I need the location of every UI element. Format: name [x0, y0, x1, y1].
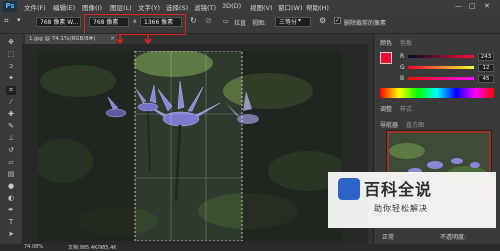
eyedropper-icon[interactable]: ⁄ — [6, 98, 16, 107]
watermark-logo-icon — [338, 178, 360, 200]
marquee-tool-icon[interactable]: ⬚ — [6, 50, 16, 59]
r-value-field[interactable]: 243 — [478, 53, 494, 61]
lotus-photo[interactable] — [38, 51, 342, 241]
eraser-icon[interactable]: ▱ — [6, 158, 16, 167]
brush-tool-icon[interactable]: ✎ — [6, 122, 16, 131]
color-spectrum-bar[interactable] — [380, 88, 494, 98]
blur-tool-icon[interactable]: ● — [6, 182, 16, 191]
overlay-view-select[interactable]: 三等分 — [275, 17, 311, 27]
close-button[interactable]: ✕ — [484, 2, 490, 10]
lasso-tool-icon[interactable]: ↄ — [6, 62, 16, 71]
menu-select[interactable]: 选择(S) — [166, 2, 188, 12]
tab-color[interactable]: 颜色 — [380, 38, 392, 47]
watermark-title: 百科全说 — [364, 180, 433, 199]
photoshop-logo: Ps — [3, 1, 17, 12]
chevron-down-icon[interactable]: ▾ — [17, 16, 21, 24]
menu-window[interactable]: 窗口(W) — [278, 2, 303, 12]
watermark-subtitle: 助你轻松解决 — [374, 204, 428, 213]
move-tool-icon[interactable]: ✥ — [6, 38, 16, 47]
blend-mode-select[interactable]: 正常 — [382, 232, 394, 241]
options-bar: ⌗ ▾ 768 像素 W... 768 像素 x 1366 像素 ↻ ⊘ ▭ 拉… — [0, 13, 500, 34]
b-label: B — [400, 75, 405, 82]
menu-layer[interactable]: 图层(L) — [110, 2, 132, 12]
close-icon[interactable]: × — [110, 35, 115, 42]
tab-navigator[interactable]: 导航器 — [380, 120, 398, 129]
straighten-icon[interactable]: ▭ — [223, 18, 229, 25]
menu-help[interactable]: 帮助(H) — [306, 2, 329, 12]
menu-type[interactable]: 文字(Y) — [138, 2, 160, 12]
chevron-down-icon: ▾ — [298, 17, 302, 24]
pen-tool-icon[interactable]: ✒ — [6, 206, 16, 215]
view-label: 视图: — [252, 20, 267, 27]
clear-icon[interactable]: ⊘ — [205, 16, 212, 25]
r-slider[interactable] — [408, 55, 474, 58]
ratio-preset-select[interactable]: 768 像素 W... — [36, 17, 81, 27]
text-tool-icon[interactable]: T — [6, 218, 16, 227]
r-label: R — [400, 53, 405, 60]
crop-tool-icon[interactable]: ⌗ — [6, 86, 16, 95]
menu-edit[interactable]: 编辑(E) — [53, 2, 75, 12]
maximize-button[interactable]: □ — [469, 2, 476, 10]
g-value-field[interactable]: 12 — [478, 64, 494, 72]
gear-icon[interactable]: ⚙ — [319, 16, 326, 25]
menu-file[interactable]: 文件(F) — [24, 2, 46, 12]
opacity-label: 不透明度: — [440, 234, 467, 241]
minimize-button[interactable]: — — [455, 2, 462, 10]
menu-filter[interactable]: 滤镜(T) — [194, 2, 216, 12]
tab-swatches[interactable]: 色板 — [400, 38, 412, 47]
delete-cropped-checkbox[interactable]: ✓ — [334, 17, 341, 24]
g-label: G — [400, 64, 405, 71]
g-slider[interactable] — [408, 66, 474, 69]
crop-tool-icon[interactable]: ⌗ — [4, 16, 9, 26]
rotate-swap-icon[interactable]: ↻ — [190, 16, 197, 25]
stamp-tool-icon[interactable]: ⊥ — [6, 134, 16, 143]
b-slider[interactable] — [408, 77, 474, 80]
tab-styles[interactable]: 样式 — [400, 104, 412, 113]
gradient-tool-icon[interactable]: ▤ — [6, 170, 16, 179]
document-tab[interactable]: 1.jpg @ 74.1%(RGB/8#) — [25, 34, 117, 44]
menu-3d[interactable]: 3D(D) — [222, 2, 241, 10]
dodge-tool-icon[interactable]: ◐ — [6, 194, 16, 203]
delete-cropped-label: 删除裁剪的像素 — [344, 20, 387, 27]
b-value-field[interactable]: 45 — [478, 75, 494, 83]
foreground-color-swatch[interactable] — [380, 52, 392, 64]
tools-panel: ✥ ⬚ ↄ ✦ ⌗ ⁄ ✚ ✎ ⊥ ↺ ▱ ▤ ● ◐ ✒ T ➤ — [0, 34, 22, 244]
tab-histogram[interactable]: 直方图 — [406, 120, 424, 129]
menu-view[interactable]: 视图(V) — [250, 2, 273, 12]
watermark: 百科全说 助你轻松解决 — [328, 172, 496, 228]
straighten-button[interactable]: 拉直 — [234, 18, 246, 27]
menu-image[interactable]: 图像(I) — [82, 2, 102, 12]
healing-brush-icon[interactable]: ✚ — [6, 110, 16, 119]
zoom-level[interactable]: 74.08% — [24, 244, 43, 250]
status-bar: 74.08% 文档:985.4K/985.4K — [0, 244, 500, 251]
magic-wand-icon[interactable]: ✦ — [6, 74, 16, 83]
menu-bar: Ps 文件(F) 编辑(E) 图像(I) 图层(L) 文字(Y) 选择(S) 滤… — [0, 0, 500, 13]
tab-adjustments[interactable]: 调整 — [380, 104, 392, 113]
history-brush-icon[interactable]: ↺ — [6, 146, 16, 155]
path-select-icon[interactable]: ➤ — [6, 230, 16, 239]
